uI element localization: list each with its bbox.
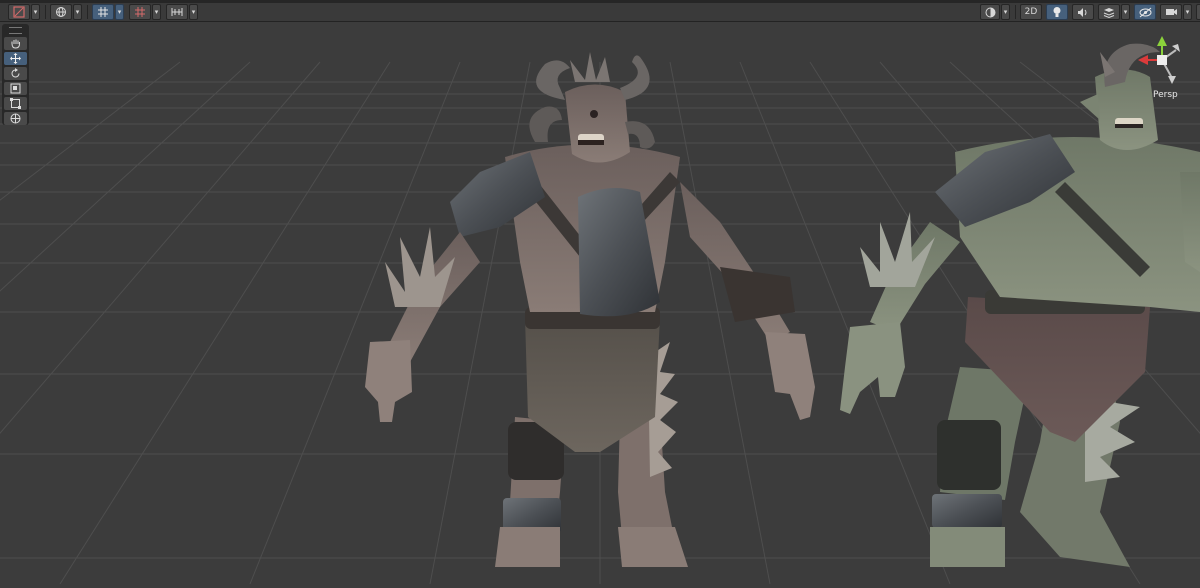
toolbar-right-group: ▾ 2D ▾ ▾ ▾ [980, 4, 1200, 20]
chevron-down-icon: ▾ [117, 8, 122, 16]
scene-visibility-icon [1139, 7, 1151, 17]
grid-snap-icon [98, 7, 108, 17]
grid-snap-button[interactable] [92, 4, 114, 20]
hand-tool-icon [11, 39, 20, 49]
chevron-down-icon: ▾ [1003, 8, 1008, 16]
chevron-down-icon: ▾ [154, 8, 159, 16]
toolbar-separator [87, 5, 88, 19]
ankle-guard [932, 494, 1002, 528]
scene-canvas[interactable] [0, 22, 1200, 585]
toolbar-separator [1015, 5, 1016, 19]
chevron-down-icon: ▾ [191, 8, 196, 16]
move-tool-icon [10, 53, 21, 64]
overlay-drag-handle[interactable] [9, 27, 22, 34]
toolbar-left-group: ▾ ▾ ▾ ▾ ▾ [8, 4, 199, 20]
scene-camera-icon [1165, 9, 1177, 15]
shading-mode-button[interactable] [980, 4, 1000, 20]
scene-view-toolbar: ▾ ▾ ▾ ▾ ▾ ▾ 2D ▾ ▾ [0, 0, 1200, 22]
grid-visibility-icon [171, 8, 183, 16]
green-ogre-model[interactable] [840, 43, 1200, 567]
scene-visibility-toggle[interactable] [1134, 4, 1156, 20]
audio-icon [1078, 7, 1087, 17]
global-pivot-icon [56, 7, 66, 17]
rect-tool-button[interactable] [4, 97, 27, 110]
pivot-rotation-dropdown[interactable]: ▾ [73, 4, 82, 20]
move-tool-button[interactable] [4, 52, 27, 65]
toolbar-top-strip [0, 0, 1200, 3]
grid-snap-dropdown[interactable]: ▾ [115, 4, 124, 20]
y-axis-cone[interactable] [1157, 36, 1167, 46]
increment-snap-icon [135, 7, 145, 17]
chevron-down-icon: ▾ [1185, 8, 1190, 16]
chevron-down-icon: ▾ [75, 8, 80, 16]
transform-tools-dropdown[interactable]: ▾ [31, 4, 40, 20]
shading-mode-dropdown[interactable]: ▾ [1001, 4, 1010, 20]
chevron-down-icon: ▾ [33, 8, 38, 16]
gizmo-center-cube[interactable] [1157, 55, 1167, 65]
grid-visibility-button[interactable] [166, 4, 188, 20]
tools-overlay [2, 24, 29, 125]
effects-icon [1103, 7, 1115, 18]
transform-tools-button[interactable] [8, 4, 30, 20]
gizmos-button[interactable] [1196, 4, 1200, 20]
rotate-tool-icon [11, 68, 20, 78]
rotate-tool-button[interactable] [4, 67, 27, 80]
projection-label[interactable]: Persp [1153, 90, 1178, 100]
transform-tool-button[interactable] [4, 112, 27, 125]
scale-tool-button[interactable] [4, 82, 27, 95]
hand-tool-button[interactable] [4, 37, 27, 50]
effects-toggle[interactable] [1098, 4, 1120, 20]
scene-camera-dropdown[interactable]: ▾ [1183, 4, 1192, 20]
scene-camera-button[interactable] [1160, 4, 1182, 20]
lighting-toggle[interactable] [1046, 4, 1068, 20]
neg-y-axis-cone[interactable] [1168, 76, 1176, 84]
grid-visibility-dropdown[interactable]: ▾ [189, 4, 198, 20]
pivot-rotation-button[interactable] [50, 4, 72, 20]
toolbar-separator [45, 5, 46, 19]
rect-tool-icon [10, 98, 21, 109]
increment-snap-dropdown[interactable]: ▾ [152, 4, 161, 20]
audio-toggle[interactable] [1072, 4, 1094, 20]
increment-snap-button[interactable] [129, 4, 151, 20]
transform-tools-icon [13, 6, 25, 18]
chevron-down-icon: ▾ [1123, 8, 1128, 16]
2d-mode-button[interactable]: 2D [1020, 4, 1042, 20]
effects-dropdown[interactable]: ▾ [1121, 4, 1130, 20]
lighting-icon [1053, 7, 1061, 17]
shading-mode-icon [985, 7, 995, 17]
2d-mode-label: 2D [1024, 7, 1038, 17]
scene-viewport[interactable] [0, 22, 1200, 585]
leg-wrap [937, 420, 1001, 490]
arm-bracer [720, 267, 795, 322]
scale-tool-icon [10, 83, 21, 94]
transform-tool-icon [10, 113, 21, 124]
